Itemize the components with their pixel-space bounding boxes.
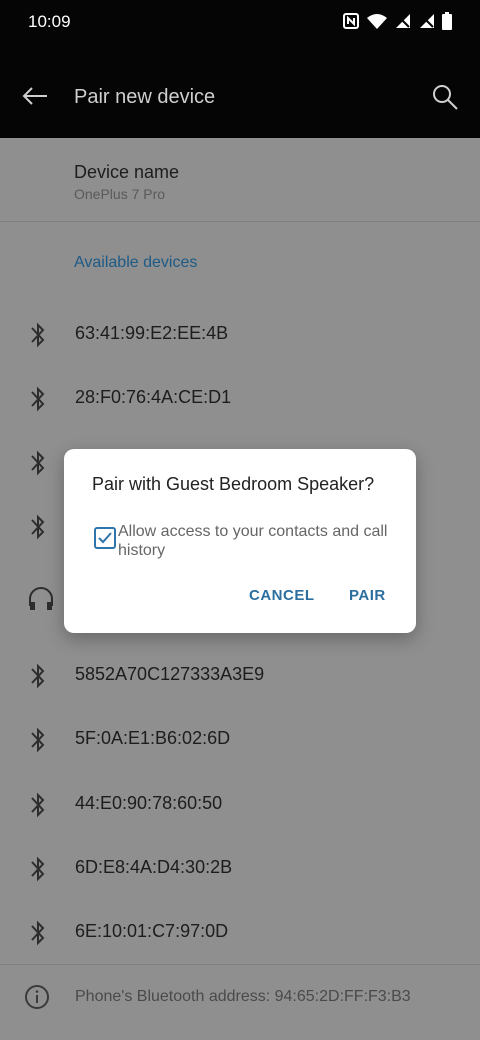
status-bar: 10:09 xyxy=(0,0,480,44)
bluetooth-icon xyxy=(28,919,48,947)
device-row-label: 6E:10:01:C7:97:0D xyxy=(75,921,229,941)
device-row[interactable]: 5852A70C127333A3E9 xyxy=(0,644,480,708)
device-name-value: OnePlus 7 Pro xyxy=(74,186,166,202)
info-icon xyxy=(25,985,49,1009)
device-name-label: Device name xyxy=(74,162,180,182)
bluetooth-icon xyxy=(28,385,48,413)
device-row-label: 5F:0A:E1:B6:02:6D xyxy=(75,728,231,748)
device-row[interactable]: 44:E0:90:78:60:50 xyxy=(0,773,480,837)
signal-off-icon xyxy=(394,12,412,35)
status-icons xyxy=(342,12,452,35)
bluetooth-address-text: Phone's Bluetooth address: 94:65:2D:FF:F… xyxy=(75,988,411,1005)
section-available-devices: Available devices xyxy=(74,254,198,271)
pair-button[interactable]: PAIR xyxy=(349,587,386,604)
bluetooth-icon xyxy=(28,513,48,541)
wifi-icon xyxy=(366,12,388,35)
contacts-access-checkbox[interactable] xyxy=(94,527,116,549)
device-row-label: 63:41:99:E2:EE:4B xyxy=(75,323,229,343)
device-row[interactable]: 63:41:99:E2:EE:4B xyxy=(0,303,480,367)
device-row-label: 6D:E8:4A:D4:30:2B xyxy=(75,857,233,877)
nfc-icon xyxy=(342,12,360,35)
app-bar: Pair new device xyxy=(0,44,480,138)
back-arrow-icon[interactable] xyxy=(22,86,48,106)
bluetooth-icon xyxy=(28,662,48,690)
bluetooth-icon xyxy=(28,855,48,883)
divider xyxy=(0,964,480,965)
device-row[interactable]: 5F:0A:E1:B6:02:6D xyxy=(0,708,480,772)
pair-dialog: Pair with Guest Bedroom Speaker? Allow a… xyxy=(64,449,416,633)
device-row-label: 28:F0:76:4A:CE:D1 xyxy=(75,387,232,407)
status-time: 10:09 xyxy=(28,12,71,31)
device-row-label: 5852A70C127333A3E9 xyxy=(75,664,265,684)
cancel-button[interactable]: CANCEL xyxy=(249,587,315,604)
search-icon[interactable] xyxy=(432,84,458,110)
bluetooth-icon xyxy=(28,321,48,349)
device-row[interactable]: 6E:10:01:C7:97:0D xyxy=(0,901,480,965)
contacts-access-label: Allow access to your contacts and call h… xyxy=(118,523,388,559)
divider xyxy=(0,221,480,222)
bluetooth-icon xyxy=(28,791,48,819)
bluetooth-icon xyxy=(28,449,48,477)
headphones-icon xyxy=(28,586,54,614)
bluetooth-icon xyxy=(28,726,48,754)
dialog-title: Pair with Guest Bedroom Speaker? xyxy=(92,474,375,494)
signal-off-icon xyxy=(418,12,436,35)
battery-icon xyxy=(442,12,452,35)
device-row[interactable]: 28:F0:76:4A:CE:D1 xyxy=(0,367,480,431)
device-row-label: 44:E0:90:78:60:50 xyxy=(75,793,223,813)
device-row[interactable]: 6D:E8:4A:D4:30:2B xyxy=(0,837,480,901)
page-title: Pair new device xyxy=(74,86,216,108)
bluetooth-address-footer: Phone's Bluetooth address: 94:65:2D:FF:F… xyxy=(0,974,480,1024)
